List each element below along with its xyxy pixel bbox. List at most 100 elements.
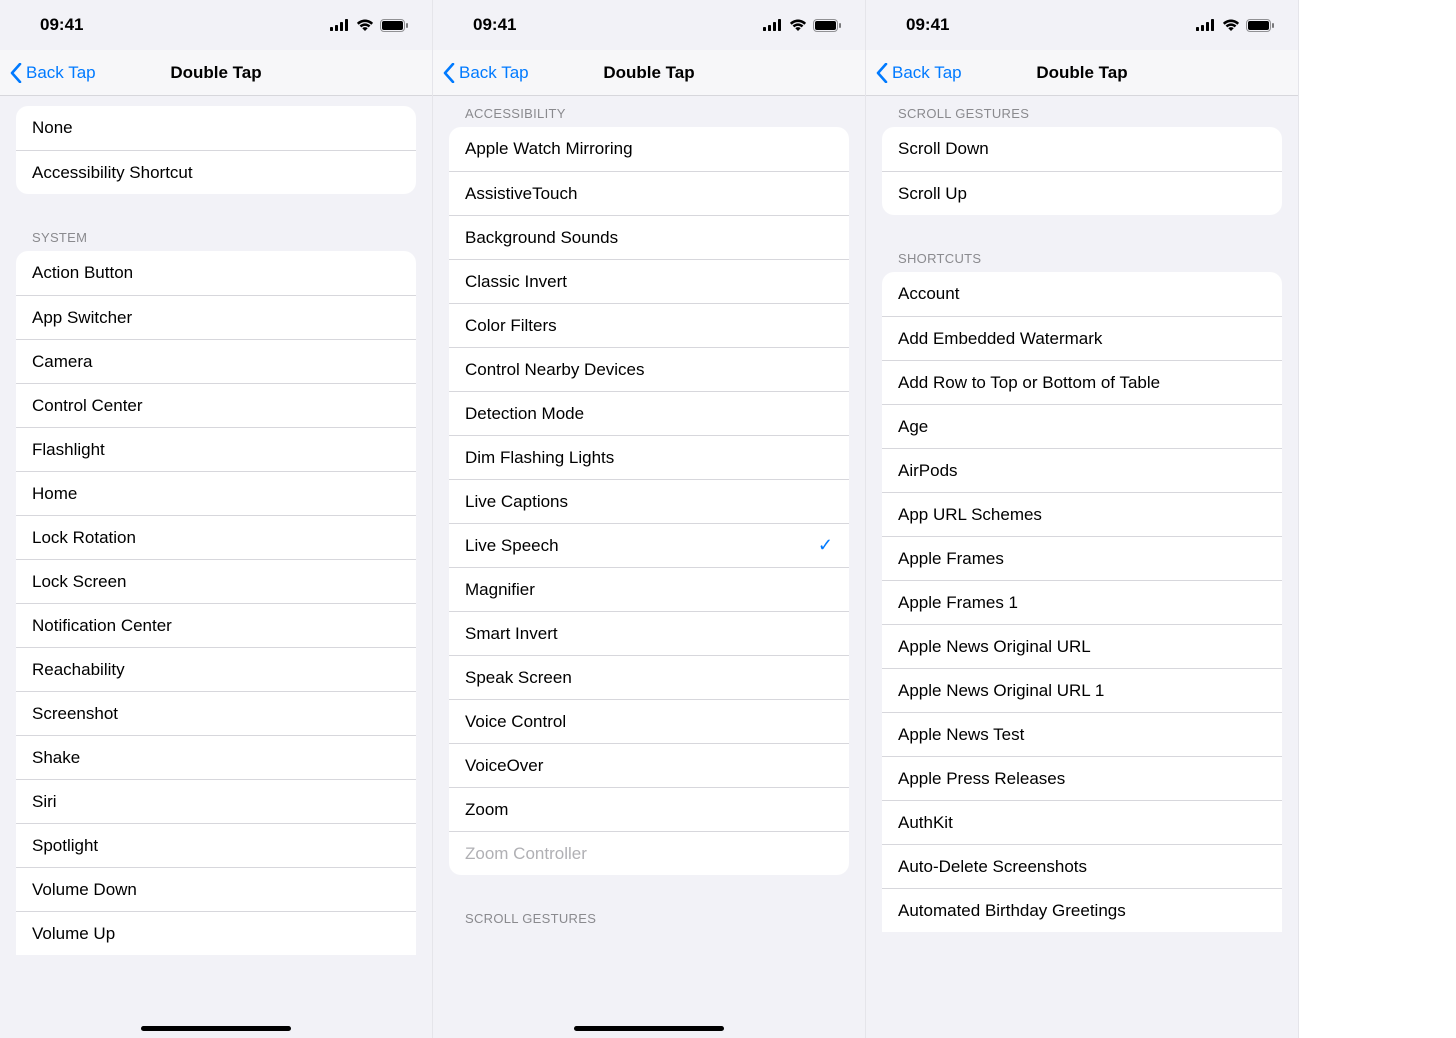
list-item[interactable]: Automated Birthday Greetings bbox=[882, 888, 1282, 932]
list-item[interactable]: Apple News Original URL 1 bbox=[882, 668, 1282, 712]
list-item[interactable]: Add Embedded Watermark bbox=[882, 316, 1282, 360]
content-area[interactable]: SCROLL GESTURES Scroll Down Scroll Up SH… bbox=[866, 96, 1298, 1038]
cellular-icon bbox=[330, 19, 350, 31]
list-item[interactable]: Apple News Original URL bbox=[882, 624, 1282, 668]
checkmark-icon: ✓ bbox=[818, 535, 833, 556]
list-item[interactable]: Auto-Delete Screenshots bbox=[882, 844, 1282, 888]
wifi-icon bbox=[1222, 19, 1240, 31]
phone-1: 09:41 Back Tap Double Tap None Accessibi… bbox=[0, 0, 433, 1038]
list-item[interactable]: AuthKit bbox=[882, 800, 1282, 844]
cellular-icon bbox=[763, 19, 783, 31]
accessibility-card: Apple Watch Mirroring AssistiveTouch Bac… bbox=[449, 127, 849, 875]
list-item[interactable]: Smart Invert bbox=[449, 611, 849, 655]
list-item[interactable]: Screenshot bbox=[16, 691, 416, 735]
section-header-scroll: SCROLL GESTURES bbox=[866, 96, 1298, 127]
list-item[interactable]: Volume Up bbox=[16, 911, 416, 955]
battery-icon bbox=[380, 19, 408, 32]
top-card: None Accessibility Shortcut bbox=[16, 106, 416, 194]
status-bar: 09:41 bbox=[866, 0, 1298, 50]
list-item[interactable]: Control Nearby Devices bbox=[449, 347, 849, 391]
list-item[interactable]: AssistiveTouch bbox=[449, 171, 849, 215]
section-header-system: SYSTEM bbox=[0, 214, 432, 251]
list-item[interactable]: None bbox=[16, 106, 416, 150]
list-item[interactable]: Background Sounds bbox=[449, 215, 849, 259]
wifi-icon bbox=[356, 19, 374, 31]
back-label: Back Tap bbox=[459, 63, 529, 83]
list-item[interactable]: Reachability bbox=[16, 647, 416, 691]
chevron-left-icon bbox=[876, 63, 888, 83]
list-item[interactable]: Camera bbox=[16, 339, 416, 383]
section-header-scroll: SCROLL GESTURES bbox=[433, 895, 865, 932]
status-bar: 09:41 bbox=[433, 0, 865, 50]
nav-bar: Back Tap Double Tap bbox=[0, 50, 432, 96]
phone-3: 09:41 Back Tap Double Tap SCROLL GESTURE… bbox=[866, 0, 1299, 1038]
list-item[interactable]: Dim Flashing Lights bbox=[449, 435, 849, 479]
back-button[interactable]: Back Tap bbox=[876, 63, 962, 83]
scroll-card: Scroll Down Scroll Up bbox=[882, 127, 1282, 215]
list-item[interactable]: Color Filters bbox=[449, 303, 849, 347]
list-item[interactable]: Accessibility Shortcut bbox=[16, 150, 416, 194]
list-item[interactable]: Flashlight bbox=[16, 427, 416, 471]
list-item[interactable]: Apple Press Releases bbox=[882, 756, 1282, 800]
home-indicator[interactable] bbox=[141, 1026, 291, 1031]
list-item[interactable]: Home bbox=[16, 471, 416, 515]
list-item[interactable]: AirPods bbox=[882, 448, 1282, 492]
list-item[interactable]: Live Speech✓ bbox=[449, 523, 849, 567]
chevron-left-icon bbox=[10, 63, 22, 83]
back-button[interactable]: Back Tap bbox=[443, 63, 529, 83]
status-indicators bbox=[330, 19, 408, 32]
nav-bar: Back Tap Double Tap bbox=[866, 50, 1298, 96]
nav-title: Double Tap bbox=[603, 63, 694, 83]
system-card: Action Button App Switcher Camera Contro… bbox=[16, 251, 416, 955]
list-item[interactable]: Speak Screen bbox=[449, 655, 849, 699]
list-item[interactable]: Account bbox=[882, 272, 1282, 316]
list-item[interactable]: App Switcher bbox=[16, 295, 416, 339]
list-item[interactable]: App URL Schemes bbox=[882, 492, 1282, 536]
list-item[interactable]: Magnifier bbox=[449, 567, 849, 611]
chevron-left-icon bbox=[443, 63, 455, 83]
home-indicator[interactable] bbox=[574, 1026, 724, 1031]
nav-title: Double Tap bbox=[1036, 63, 1127, 83]
nav-title: Double Tap bbox=[170, 63, 261, 83]
shortcuts-card: Account Add Embedded Watermark Add Row t… bbox=[882, 272, 1282, 932]
list-item[interactable]: Scroll Down bbox=[882, 127, 1282, 171]
list-item[interactable]: Volume Down bbox=[16, 867, 416, 911]
list-item[interactable]: Scroll Up bbox=[882, 171, 1282, 215]
status-indicators bbox=[763, 19, 841, 32]
list-item[interactable]: VoiceOver bbox=[449, 743, 849, 787]
list-item[interactable]: Zoom bbox=[449, 787, 849, 831]
back-button[interactable]: Back Tap bbox=[10, 63, 96, 83]
list-item[interactable]: Age bbox=[882, 404, 1282, 448]
back-label: Back Tap bbox=[26, 63, 96, 83]
list-item[interactable]: Spotlight bbox=[16, 823, 416, 867]
list-item[interactable]: Action Button bbox=[16, 251, 416, 295]
content-area[interactable]: None Accessibility Shortcut SYSTEM Actio… bbox=[0, 96, 432, 1038]
list-item[interactable]: Add Row to Top or Bottom of Table bbox=[882, 360, 1282, 404]
status-indicators bbox=[1196, 19, 1274, 32]
status-time: 09:41 bbox=[473, 15, 516, 35]
list-item: Zoom Controller bbox=[449, 831, 849, 875]
list-item[interactable]: Apple Watch Mirroring bbox=[449, 127, 849, 171]
section-header-shortcuts: SHORTCUTS bbox=[866, 235, 1298, 272]
battery-icon bbox=[813, 19, 841, 32]
list-item[interactable]: Notification Center bbox=[16, 603, 416, 647]
status-time: 09:41 bbox=[40, 15, 83, 35]
list-item[interactable]: Voice Control bbox=[449, 699, 849, 743]
list-item[interactable]: Apple News Test bbox=[882, 712, 1282, 756]
back-label: Back Tap bbox=[892, 63, 962, 83]
nav-bar: Back Tap Double Tap bbox=[433, 50, 865, 96]
list-item[interactable]: Siri bbox=[16, 779, 416, 823]
list-item[interactable]: Classic Invert bbox=[449, 259, 849, 303]
list-item[interactable]: Live Captions bbox=[449, 479, 849, 523]
list-item[interactable]: Apple Frames bbox=[882, 536, 1282, 580]
list-item[interactable]: Lock Screen bbox=[16, 559, 416, 603]
list-item[interactable]: Shake bbox=[16, 735, 416, 779]
status-bar: 09:41 bbox=[0, 0, 432, 50]
section-header-accessibility: ACCESSIBILITY bbox=[433, 96, 865, 127]
list-item[interactable]: Apple Frames 1 bbox=[882, 580, 1282, 624]
content-area[interactable]: ACCESSIBILITY Apple Watch Mirroring Assi… bbox=[433, 96, 865, 1038]
list-item[interactable]: Lock Rotation bbox=[16, 515, 416, 559]
list-item[interactable]: Detection Mode bbox=[449, 391, 849, 435]
phone-2: 09:41 Back Tap Double Tap ACCESSIBILITY … bbox=[433, 0, 866, 1038]
list-item[interactable]: Control Center bbox=[16, 383, 416, 427]
